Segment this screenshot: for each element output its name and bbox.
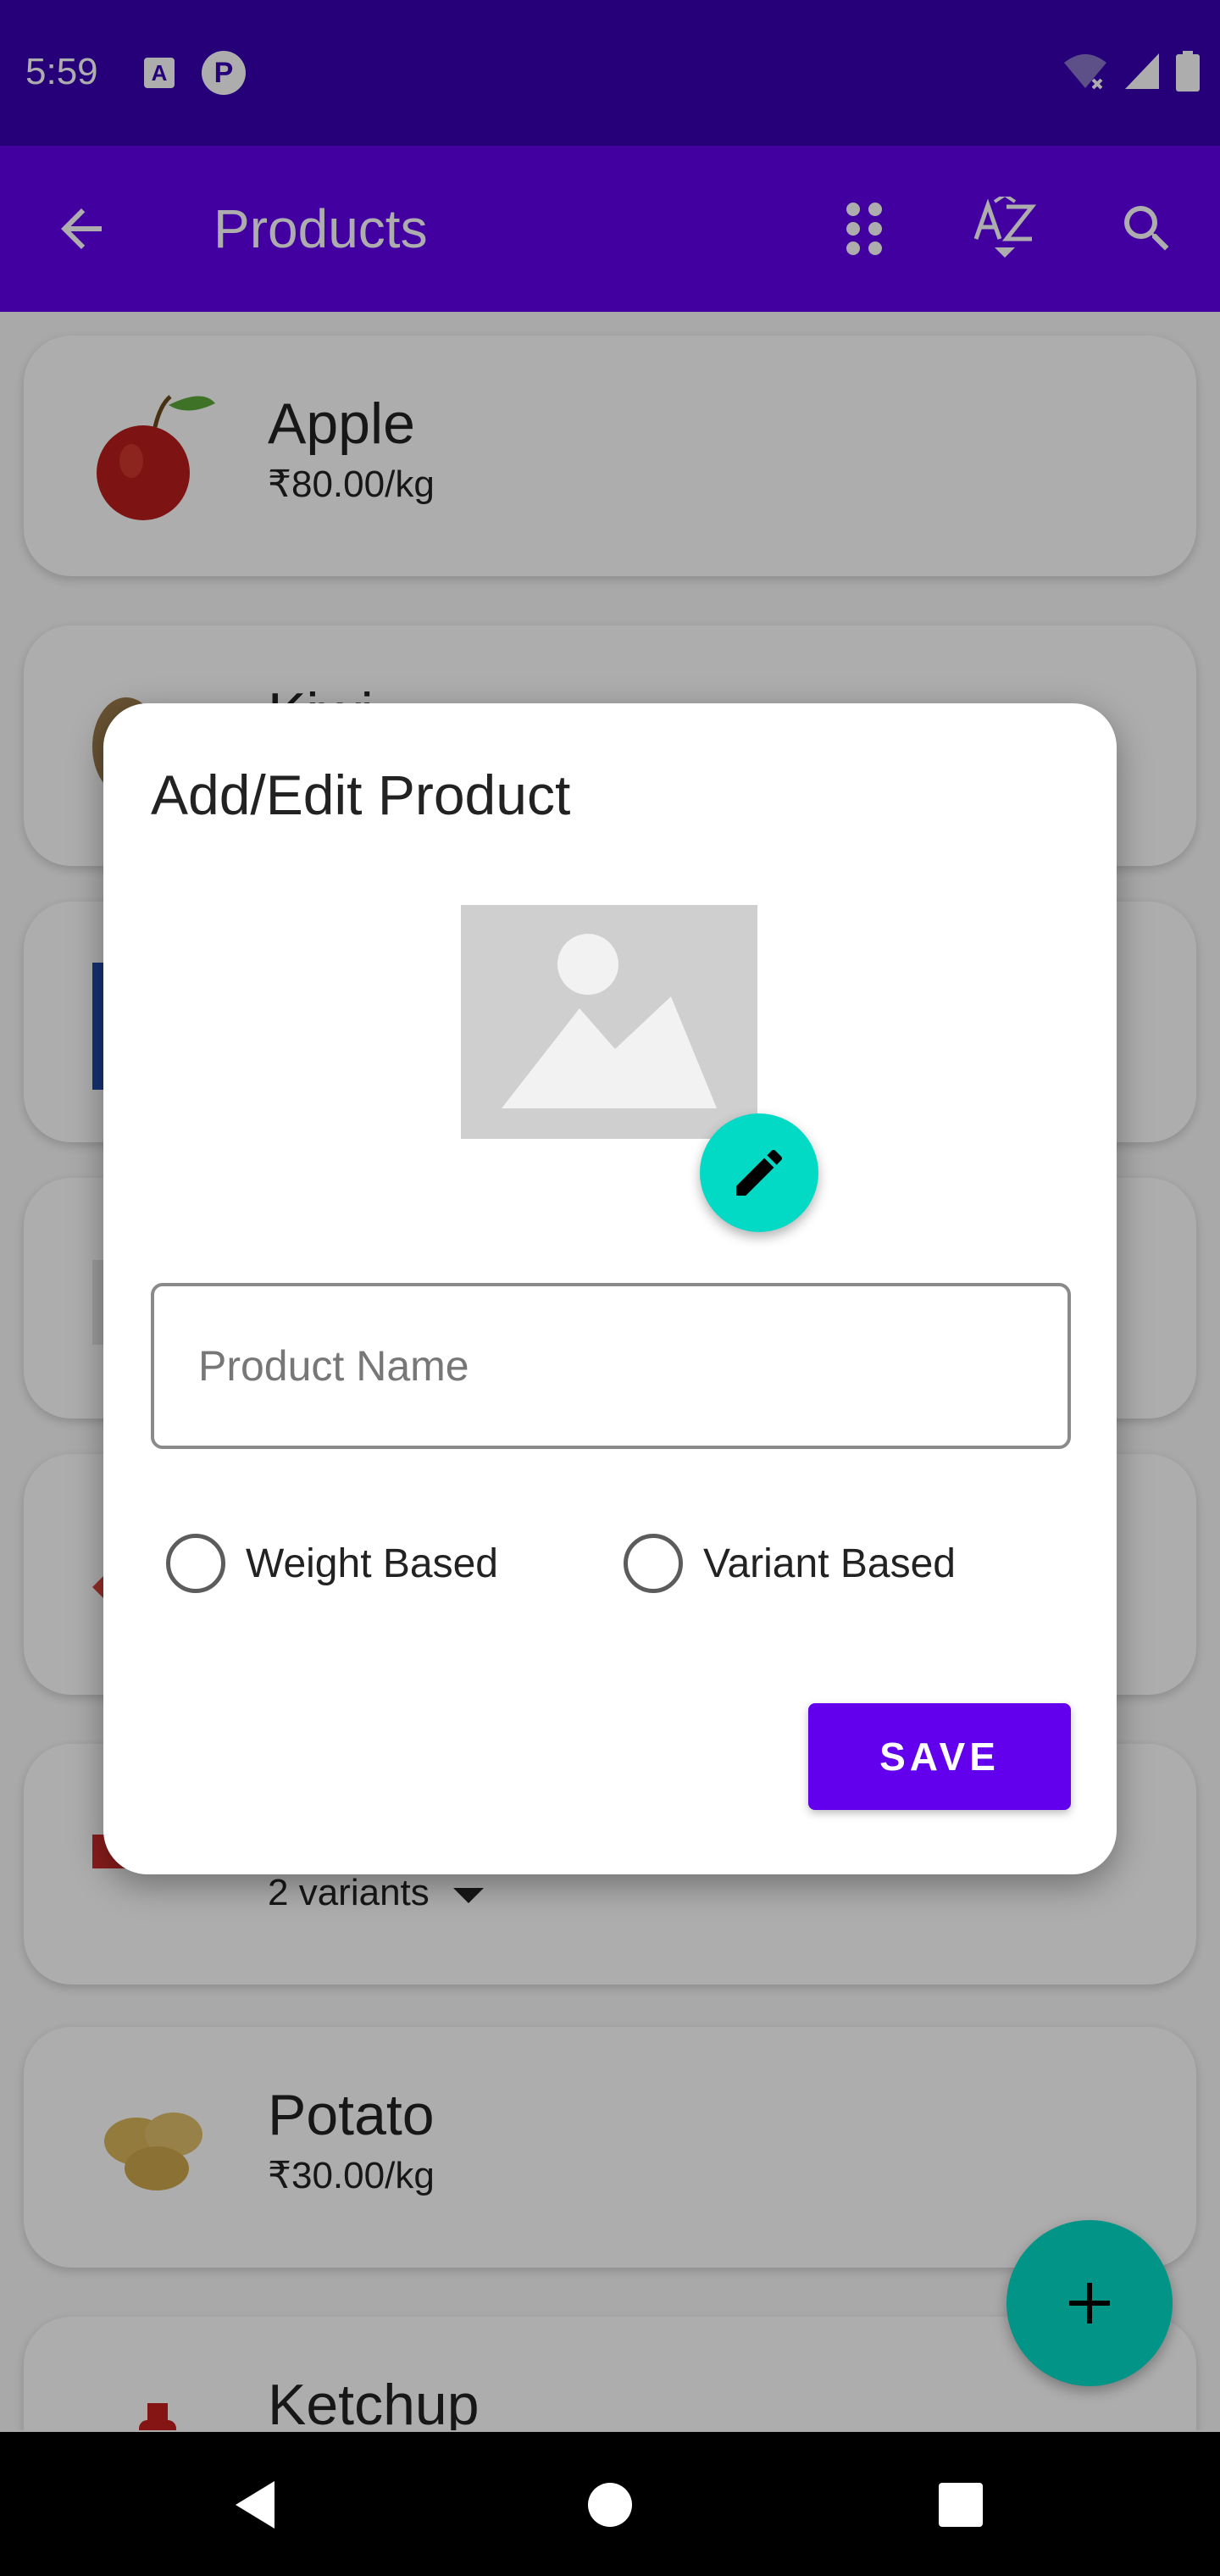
radio-unchecked-icon[interactable] (166, 1534, 225, 1593)
image-placeholder-icon (502, 934, 717, 1108)
add-edit-product-dialog: Add/Edit Product Weight Based Variant Ba… (103, 703, 1117, 1874)
nav-home-icon (588, 2483, 632, 2527)
nav-home-button[interactable] (580, 2474, 640, 2535)
nav-recents-button[interactable] (930, 2474, 991, 2535)
pencil-icon (736, 1149, 783, 1196)
save-button[interactable]: SAVE (808, 1703, 1071, 1810)
weight-based-radio[interactable]: Weight Based (166, 1534, 498, 1593)
product-image-placeholder[interactable] (461, 905, 757, 1139)
plus-icon (1069, 2283, 1110, 2323)
product-name-input[interactable] (198, 1335, 1012, 1396)
nav-back-icon (236, 2481, 274, 2529)
add-product-fab[interactable] (1006, 2220, 1173, 2386)
product-name-field[interactable] (151, 1283, 1071, 1449)
edit-image-button[interactable] (700, 1113, 818, 1232)
system-nav-bar (0, 2432, 1220, 2576)
dialog-title: Add/Edit Product (151, 763, 571, 826)
variant-based-label: Variant Based (703, 1541, 956, 1586)
radio-unchecked-icon[interactable] (624, 1534, 683, 1593)
nav-recents-icon (939, 2483, 983, 2527)
nav-back-button[interactable] (224, 2474, 285, 2535)
variant-based-radio[interactable]: Variant Based (624, 1534, 956, 1593)
weight-based-label: Weight Based (246, 1541, 498, 1586)
